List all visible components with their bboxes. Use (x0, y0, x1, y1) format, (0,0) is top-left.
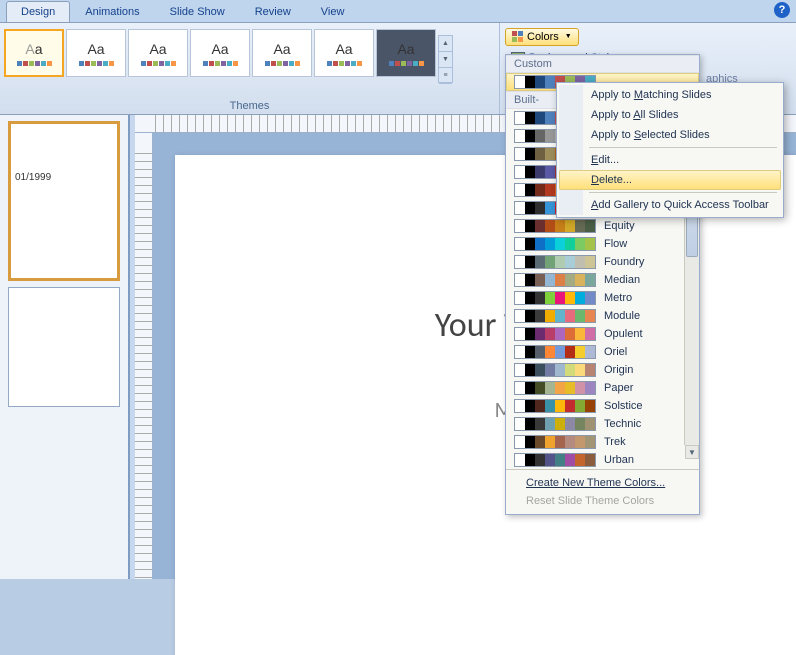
scheme-name-label: Technic (604, 418, 641, 430)
tab-review[interactable]: Review (240, 1, 306, 22)
colors-panel-footer: Create New Theme Colors... Reset Slide T… (506, 469, 699, 514)
color-swatches-icon (514, 345, 596, 359)
scheme-name-label: Median (604, 274, 640, 286)
context-menu-separator (589, 192, 777, 193)
create-new-theme-colors[interactable]: Create New Theme Colors... (526, 474, 679, 492)
builtin-scheme-Urban[interactable]: Urban (506, 451, 699, 469)
scroll-down-icon[interactable]: ▼ (685, 445, 699, 459)
custom-section-label: Custom (506, 55, 699, 73)
slide-subtitle[interactable]: My tex (175, 396, 796, 423)
theme-thumb-2[interactable]: Aa (128, 29, 188, 77)
chevron-down-icon: ▼ (565, 33, 572, 40)
theme-gallery-more[interactable]: ▲▼≡ (438, 35, 453, 83)
scheme-name-label: Flow (604, 238, 627, 250)
context-menu-item-5[interactable]: Delete... (559, 170, 781, 190)
builtin-scheme-Median[interactable]: Median (506, 271, 699, 289)
tab-design[interactable]: Design (6, 1, 70, 22)
theme-thumb-6[interactable]: Aa (376, 29, 436, 77)
scheme-name-label: Metro (604, 292, 632, 304)
builtin-scheme-Origin[interactable]: Origin (506, 361, 699, 379)
builtin-scheme-Foundry[interactable]: Foundry (506, 253, 699, 271)
color-swatches-icon (514, 309, 596, 323)
color-swatches-icon (514, 399, 596, 413)
builtin-scheme-Metro[interactable]: Metro (506, 289, 699, 307)
color-swatches-icon (514, 255, 596, 269)
scheme-name-label: Urban (604, 454, 634, 466)
builtin-scheme-Module[interactable]: Module (506, 307, 699, 325)
color-swatches-icon (514, 273, 596, 287)
scheme-name-label: Oriel (604, 346, 627, 358)
builtin-scheme-Trek[interactable]: Trek (506, 433, 699, 451)
slide-canvas[interactable]: Your Title 01, My tex (175, 155, 796, 655)
slide-thumbnails-panel: 01/1999 (0, 115, 130, 579)
color-swatches-icon (514, 327, 596, 341)
context-menu-item-1[interactable]: Apply to All Slides (559, 105, 781, 125)
scheme-name-label: Equity (604, 220, 635, 232)
reset-slide-theme-colors: Reset Slide Theme Colors (526, 492, 679, 510)
context-menu-item-2[interactable]: Apply to Selected Slides (559, 125, 781, 145)
context-menu-separator (589, 147, 777, 148)
builtin-scheme-Flow[interactable]: Flow (506, 235, 699, 253)
scheme-name-label: Origin (604, 364, 633, 376)
color-swatches-icon (514, 363, 596, 377)
context-menu-item-4[interactable]: Edit... (559, 150, 781, 170)
color-swatches-icon (514, 453, 596, 467)
theme-thumb-3[interactable]: Aa (190, 29, 250, 77)
color-swatches-icon (514, 435, 596, 449)
themes-group-label: Themes (0, 100, 499, 112)
theme-thumb-0[interactable]: Aa (4, 29, 64, 77)
tab-animations[interactable]: Animations (70, 1, 154, 22)
theme-thumb-1[interactable]: Aa (66, 29, 126, 77)
theme-thumb-5[interactable]: Aa (314, 29, 374, 77)
color-swatches-icon (514, 219, 596, 233)
themes-group: AaAaAaAaAaAaAa▲▼≡ Themes (0, 23, 500, 114)
color-swatches-icon (514, 291, 596, 305)
colors-button-label: Colors (527, 31, 559, 43)
slide-thumbnail-2[interactable] (8, 287, 120, 407)
color-scheme-context-menu: Apply to Matching SlidesApply to All Sli… (556, 82, 784, 218)
slide-title[interactable]: Your Title 01, (175, 305, 796, 346)
help-icon[interactable]: ? (774, 2, 790, 18)
context-menu-item-0[interactable]: Apply to Matching Slides (559, 85, 781, 105)
color-swatches-icon (514, 381, 596, 395)
scheme-name-label: Module (604, 310, 640, 322)
builtin-scheme-Technic[interactable]: Technic (506, 415, 699, 433)
color-swatches-icon (514, 237, 596, 251)
builtin-scheme-Solstice[interactable]: Solstice (506, 397, 699, 415)
colors-button[interactable]: Colors ▼ (505, 28, 579, 46)
theme-gallery: AaAaAaAaAaAaAa▲▼≡ (0, 23, 499, 83)
colors-swatch-icon (512, 31, 523, 42)
tab-slideshow[interactable]: Slide Show (155, 1, 240, 22)
builtin-scheme-Oriel[interactable]: Oriel (506, 343, 699, 361)
builtin-scheme-Equity[interactable]: Equity (506, 217, 699, 235)
tab-view[interactable]: View (306, 1, 360, 22)
builtin-scheme-Paper[interactable]: Paper (506, 379, 699, 397)
scheme-name-label: Opulent (604, 328, 643, 340)
scheme-name-label: Solstice (604, 400, 643, 412)
ribbon-tabs: Design Animations Slide Show Review View… (0, 0, 796, 23)
slide-thumbnail-1[interactable]: 01/1999 (8, 121, 120, 281)
theme-thumb-4[interactable]: Aa (252, 29, 312, 77)
scheme-name-label: Trek (604, 436, 626, 448)
builtin-scheme-Opulent[interactable]: Opulent (506, 325, 699, 343)
scheme-name-label: Foundry (604, 256, 644, 268)
ruler-vertical (135, 133, 153, 579)
context-menu-item-7[interactable]: Add Gallery to Quick Access Toolbar (559, 195, 781, 215)
color-swatches-icon (514, 417, 596, 431)
scheme-name-label: Paper (604, 382, 633, 394)
thumb-title: 01/1999 (15, 172, 113, 183)
